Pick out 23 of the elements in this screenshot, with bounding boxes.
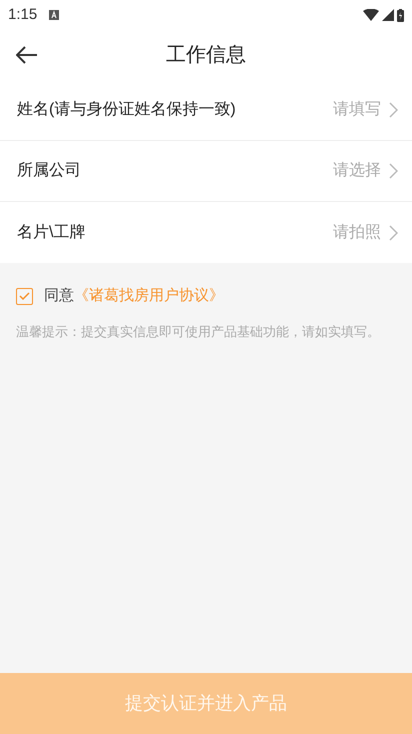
signal-icon xyxy=(382,9,394,21)
agreement-checkbox[interactable] xyxy=(16,288,33,305)
form-row[interactable]: 姓名(请与身份证姓名保持一致) 请填写 xyxy=(0,80,412,141)
notification-icon xyxy=(49,10,60,20)
row-value: 请拍照 xyxy=(333,222,381,242)
chevron-right-icon xyxy=(389,224,398,240)
status-time: 1:15 xyxy=(8,4,38,25)
chevron-right-icon xyxy=(389,102,398,118)
agree-label: 同意 xyxy=(44,287,74,304)
row-label: 姓名(请与身份证姓名保持一致) xyxy=(17,100,236,120)
back-icon[interactable] xyxy=(16,46,38,64)
row-label: 所属公司 xyxy=(17,161,81,181)
wifi-icon xyxy=(363,9,379,21)
row-label: 名片\工牌 xyxy=(17,222,86,242)
form-row[interactable]: 名片\工牌 请拍照 xyxy=(0,202,412,263)
page-title: 工作信息 xyxy=(166,43,246,68)
row-value: 请填写 xyxy=(333,100,381,120)
chevron-right-icon xyxy=(389,163,398,179)
row-value: 请选择 xyxy=(333,160,381,181)
hint-text: 温馨提示：提交真实信息即可使用产品基础功能，请如实填写。 xyxy=(16,322,381,340)
form-row[interactable]: 所属公司 请选择 xyxy=(0,141,412,202)
battery-icon xyxy=(397,8,404,22)
check-icon xyxy=(19,292,30,300)
